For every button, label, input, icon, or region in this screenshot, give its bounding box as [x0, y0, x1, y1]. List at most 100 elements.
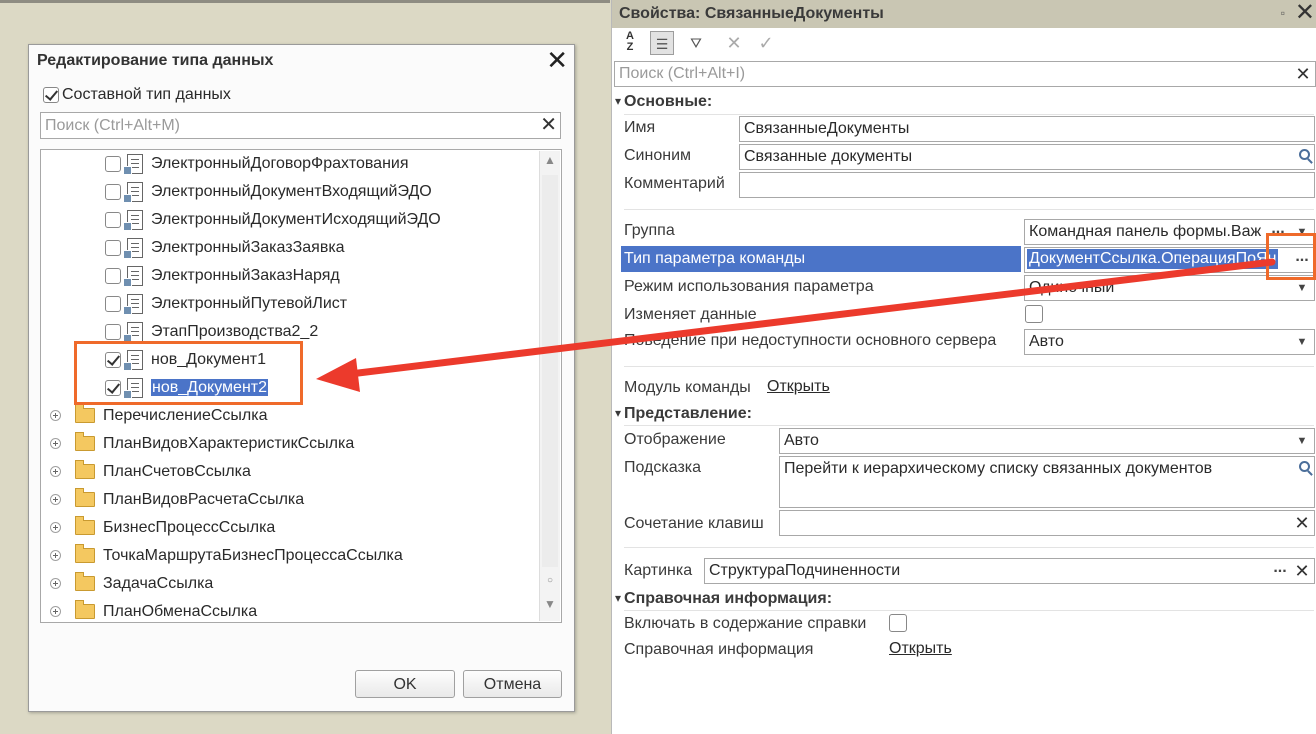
tree-group-row[interactable]: ПланВидовРасчетаСсылка [50, 486, 304, 514]
tree-group-row[interactable]: ЗадачаСсылка [50, 570, 213, 598]
ok-button[interactable]: OK [355, 670, 455, 698]
module-label: Модуль команды [624, 379, 751, 396]
comment-label: Комментарий [624, 175, 725, 192]
picture-field[interactable]: СтруктураПодчиненности... ✕ [704, 558, 1315, 584]
composite-type-label: Составной тип данных [62, 86, 231, 103]
picture-value: СтруктураПодчиненности [709, 562, 901, 579]
expand-icon[interactable] [50, 466, 61, 478]
picture-clear-icon[interactable]: ✕ [1292, 559, 1312, 583]
row-checkbox[interactable] [105, 295, 121, 312]
composite-type-checkbox[interactable]: Составной тип данных [43, 86, 231, 104]
tree-scrollbar[interactable]: ▲ ○ ▼ [539, 151, 560, 621]
comment-field[interactable] [739, 172, 1315, 198]
tree-row-selected[interactable]: нов_Документ2 [105, 374, 269, 402]
delete-icon[interactable]: ✕ [722, 31, 746, 55]
group-label: ЗадачаСсылка [103, 575, 214, 592]
dropdown-icon[interactable]: ▼ [1290, 330, 1314, 354]
module-open-link[interactable]: Открыть [767, 378, 830, 396]
tree-row[interactable]: ЭлектронныйДокументВходящийЭДО [105, 178, 432, 206]
section-divider [624, 610, 1314, 611]
cancel-button[interactable]: Отмена [463, 670, 562, 698]
tree-group-row[interactable]: ПланСчетовСсылка [50, 458, 251, 486]
expand-icon[interactable] [50, 494, 61, 506]
name-label: Имя [624, 119, 656, 136]
expand-icon[interactable] [50, 522, 61, 534]
changes-data-checkbox[interactable] [1025, 305, 1043, 323]
folder-icon [75, 432, 95, 452]
synonym-field[interactable]: Связанные документы [739, 144, 1315, 170]
type-tree[interactable]: ЭлектронныйДоговорФрахтования Электронны… [40, 149, 562, 623]
section-main[interactable]: Основные: [615, 93, 712, 111]
help-info-open-link[interactable]: Открыть [889, 640, 952, 658]
dialog-search-placeholder: Поиск (Ctrl+Alt+M) [45, 117, 181, 134]
row-label: ЭлектронныйДокументВходящийЭДО [151, 183, 432, 200]
shortcut-field[interactable]: ✕ [779, 510, 1315, 536]
scroll-track[interactable] [542, 175, 558, 567]
section-divider [624, 114, 1314, 115]
group-label: ПланОбменаСсылка [103, 603, 258, 620]
folder-icon [75, 572, 95, 592]
properties-search-clear-icon[interactable]: ✕ [1293, 62, 1313, 86]
include-help-checkbox[interactable] [889, 614, 907, 632]
row-checkbox[interactable] [105, 183, 121, 200]
row-checkbox[interactable] [105, 155, 121, 172]
expand-icon[interactable] [50, 550, 61, 562]
display-field[interactable]: Авто ▼ [779, 428, 1315, 454]
tree-group-row[interactable]: ПеречислениеСсылка [50, 402, 267, 430]
properties-search-input[interactable]: Поиск (Ctrl+Alt+I) ✕ [614, 61, 1316, 87]
tree-row[interactable]: ЭлектронныйЗаказЗаявка [105, 234, 345, 262]
tree-row[interactable]: нов_Документ1 [105, 346, 266, 374]
section-help[interactable]: Справочная информация: [615, 590, 832, 608]
row-checkbox[interactable] [105, 267, 121, 284]
dialog-close-icon[interactable]: ✕ [546, 47, 568, 73]
apply-icon[interactable]: ✓ [754, 31, 778, 55]
scroll-down-icon[interactable]: ▼ [542, 597, 558, 615]
row-checkbox[interactable] [105, 323, 121, 340]
highlight-frame-param-type-button [1266, 233, 1316, 280]
name-field[interactable]: СвязанныеДокументы [739, 116, 1315, 142]
document-icon [123, 321, 143, 343]
tooltip-field[interactable]: Перейти к иерархическому списку связанны… [779, 456, 1315, 508]
tree-row[interactable]: ЭтапПроизводства2_2 [105, 318, 318, 346]
synonym-label: Синоним [624, 147, 691, 164]
properties-close-icon[interactable]: ✕ [1295, 0, 1315, 26]
expand-icon[interactable] [50, 410, 61, 422]
row-label: нов_Документ2 [151, 379, 269, 396]
row-label: ЭлектронныйЗаказЗаявка [151, 239, 345, 256]
filter-icon[interactable]: ⛛ [684, 31, 708, 55]
search-icon[interactable] [1299, 149, 1310, 160]
tree-row[interactable]: ЭлектронныйДоговорФрахтования [105, 150, 409, 178]
dialog-search-clear-icon[interactable]: ✕ [540, 114, 557, 136]
behavior-field[interactable]: Авто ▼ [1024, 329, 1315, 355]
expand-icon[interactable] [50, 438, 61, 450]
expand-icon[interactable] [50, 578, 61, 590]
picture-select-dots-icon[interactable]: ... [1268, 559, 1292, 583]
row-checkbox[interactable] [105, 239, 121, 256]
name-value: СвязанныеДокументы [744, 120, 910, 137]
document-icon [123, 265, 143, 287]
tree-row[interactable]: ЭлектронныйДокументИсходящийЭДО [105, 206, 441, 234]
dropdown-icon[interactable]: ▼ [1290, 429, 1314, 453]
pin-icon[interactable]: ▫ [1281, 6, 1285, 20]
expand-icon[interactable] [50, 606, 61, 618]
shortcut-clear-icon[interactable]: ✕ [1292, 511, 1312, 535]
search-icon[interactable] [1299, 461, 1310, 472]
tree-group-row[interactable]: ТочкаМаршрутаБизнесПроцессаСсылка [50, 542, 403, 570]
tree-row[interactable]: ЭлектронныйЗаказНаряд [105, 262, 340, 290]
row-checkbox[interactable] [105, 351, 121, 368]
tree-group-row[interactable]: ПланОбменаСсылка [50, 598, 258, 622]
checkbox-icon[interactable] [43, 87, 59, 103]
tree-row[interactable]: ЭлектронныйПутевойЛист [105, 290, 347, 318]
dialog-search-input[interactable]: Поиск (Ctrl+Alt+M) ✕ [40, 112, 561, 139]
categories-icon[interactable]: ☰ [650, 31, 674, 55]
tree-group-row[interactable]: БизнесПроцессСсылка [50, 514, 275, 542]
scroll-up-icon[interactable]: ▲ [542, 153, 558, 171]
row-checkbox[interactable] [105, 379, 121, 396]
properties-title-bar: Свойства: СвязанныеДокументы ▫ ✕ [612, 0, 1316, 28]
row-checkbox[interactable] [105, 211, 121, 228]
tree-group-row[interactable]: ПланВидовХарактеристикСсылка [50, 430, 354, 458]
scroll-grip-icon[interactable]: ○ [542, 575, 558, 593]
section-view[interactable]: Представление: [615, 405, 752, 423]
sort-az-icon[interactable]: AZ [618, 31, 642, 55]
tooltip-label: Подсказка [624, 459, 702, 476]
